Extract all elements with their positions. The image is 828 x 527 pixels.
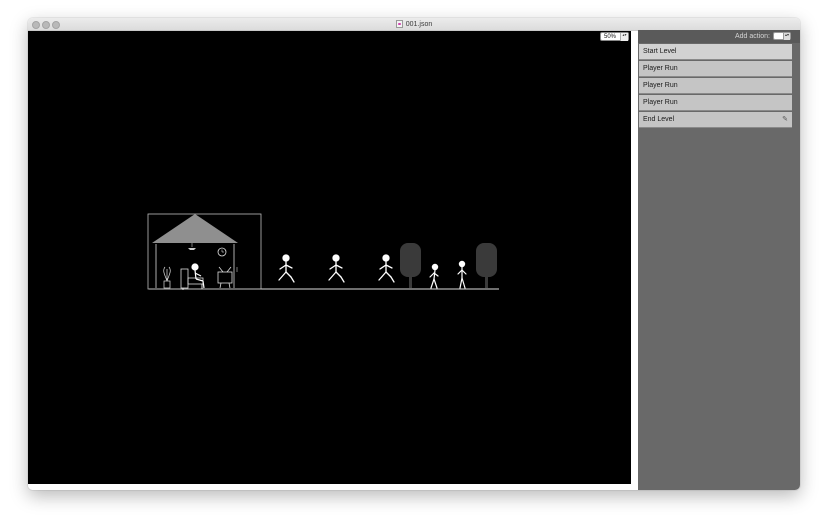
split-view-divider[interactable] [631, 31, 638, 490]
action-label: Player Run [643, 82, 678, 89]
add-action-stepper-icon: ▴▾ [783, 33, 790, 40]
action-label: Start Level [643, 48, 677, 55]
scene-canvas[interactable]: 50% ▴▾ [28, 31, 631, 484]
running-figure-icon [378, 254, 395, 283]
tree-icon [476, 243, 497, 288]
zoom-select[interactable]: 50% ▴▾ [600, 32, 629, 41]
action-item-player-run[interactable]: Player Run [639, 78, 792, 94]
standing-figure-icon [429, 263, 439, 289]
actions-panel-header: Add action: ▴▾ [638, 30, 800, 43]
action-item-player-run[interactable]: Player Run [639, 61, 792, 77]
tv-icon [217, 266, 233, 289]
plant-icon [163, 266, 171, 289]
standing-figure-icon [457, 260, 467, 289]
window-title: 001.json [405, 20, 433, 28]
action-label: Player Run [643, 65, 678, 72]
json-document-icon [395, 20, 403, 28]
add-action-select[interactable]: ▴▾ [773, 32, 791, 40]
running-figure-icon [278, 254, 295, 283]
house-icon [147, 213, 262, 290]
tree-icon [400, 243, 421, 288]
action-label: Player Run [643, 99, 678, 106]
action-item-start-level[interactable]: Start Level [639, 44, 792, 60]
scene-drawing [147, 213, 499, 290]
canvas-bottom-strip [28, 484, 638, 490]
app-window: 001.json 50% ▴▾ Add action: ▴▾ Start Lev… [28, 18, 800, 490]
action-item-end-level[interactable]: End Level ✎ [639, 112, 792, 128]
action-item-player-run[interactable]: Player Run [639, 95, 792, 111]
zoom-stepper-icon[interactable]: ▴▾ [620, 33, 628, 41]
action-list: Start Level Player Run Player Run Player… [639, 44, 792, 129]
actions-panel: Add action: ▴▾ Start Level Player Run Pl… [638, 30, 800, 490]
clock-icon [217, 247, 227, 257]
action-label: End Level [643, 116, 675, 123]
edit-pencil-icon[interactable]: ✎ [782, 115, 788, 123]
window-title-area: 001.json [28, 18, 800, 30]
running-figure-icon [328, 254, 345, 283]
add-action-label: Add action: [734, 33, 770, 40]
zoom-value: 50% [604, 34, 617, 40]
